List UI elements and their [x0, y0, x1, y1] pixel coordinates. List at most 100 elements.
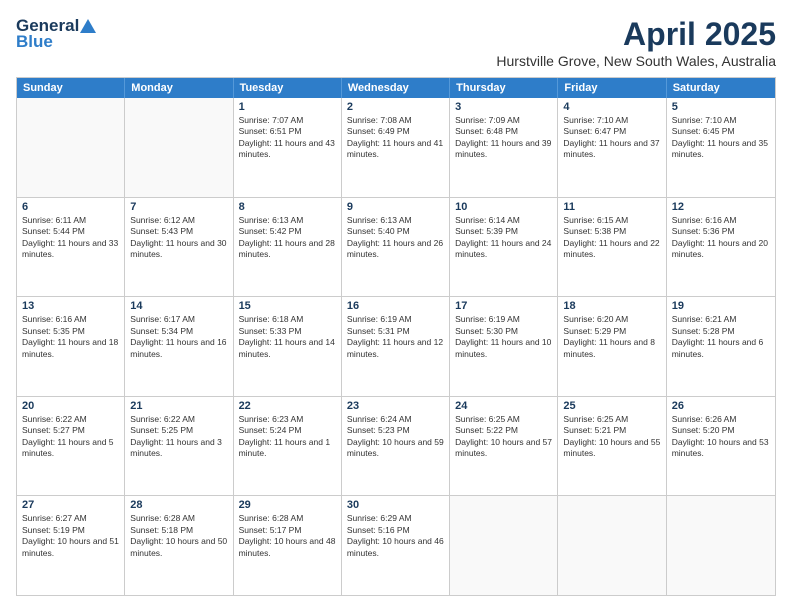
day-number: 15	[239, 300, 336, 312]
cell-info: Sunrise: 6:25 AM Sunset: 5:21 PM Dayligh…	[563, 414, 660, 460]
calendar-cell: 13 Sunrise: 6:16 AM Sunset: 5:35 PM Dayli…	[17, 297, 125, 396]
calendar-cell: 27 Sunrise: 6:27 AM Sunset: 5:19 PM Dayli…	[17, 496, 125, 595]
cell-info: Sunrise: 6:15 AM Sunset: 5:38 PM Dayligh…	[563, 215, 660, 261]
day-number: 26	[672, 400, 770, 412]
calendar-cell: 14 Sunrise: 6:17 AM Sunset: 5:34 PM Dayli…	[125, 297, 233, 396]
calendar-row: 13 Sunrise: 6:16 AM Sunset: 5:35 PM Dayli…	[17, 296, 775, 396]
cell-info: Sunrise: 6:16 AM Sunset: 5:35 PM Dayligh…	[22, 314, 119, 360]
day-number: 25	[563, 400, 660, 412]
day-number: 8	[239, 201, 336, 213]
cell-info: Sunrise: 7:10 AM Sunset: 6:45 PM Dayligh…	[672, 115, 770, 161]
calendar-cell: 3Sunrise: 7:09 AM Sunset: 6:48 PM Daylig…	[450, 98, 558, 197]
title-block: April 2025 Hurstville Grove, New South W…	[496, 16, 776, 69]
header: General Blue April 2025 Hurstville Grove…	[16, 16, 776, 69]
day-number: 17	[455, 300, 552, 312]
weekday-header: Saturday	[667, 78, 775, 98]
calendar-header: SundayMondayTuesdayWednesdayThursdayFrid…	[17, 78, 775, 98]
cell-info: Sunrise: 6:18 AM Sunset: 5:33 PM Dayligh…	[239, 314, 336, 360]
day-number: 14	[130, 300, 227, 312]
cell-info: Sunrise: 6:20 AM Sunset: 5:29 PM Dayligh…	[563, 314, 660, 360]
cell-info: Sunrise: 6:16 AM Sunset: 5:36 PM Dayligh…	[672, 215, 770, 261]
cell-info: Sunrise: 6:19 AM Sunset: 5:31 PM Dayligh…	[347, 314, 444, 360]
calendar-body: 1Sunrise: 7:07 AM Sunset: 6:51 PM Daylig…	[17, 98, 775, 595]
day-number: 20	[22, 400, 119, 412]
calendar-cell: 12 Sunrise: 6:16 AM Sunset: 5:36 PM Dayli…	[667, 198, 775, 297]
calendar-cell: 15 Sunrise: 6:18 AM Sunset: 5:33 PM Dayli…	[234, 297, 342, 396]
cell-info: Sunrise: 6:22 AM Sunset: 5:27 PM Dayligh…	[22, 414, 119, 460]
weekday-header: Thursday	[450, 78, 558, 98]
cell-info: Sunrise: 6:28 AM Sunset: 5:17 PM Dayligh…	[239, 513, 336, 559]
calendar-cell: 11 Sunrise: 6:15 AM Sunset: 5:38 PM Dayli…	[558, 198, 666, 297]
calendar-cell: 4Sunrise: 7:10 AM Sunset: 6:47 PM Daylig…	[558, 98, 666, 197]
cell-info: Sunrise: 6:21 AM Sunset: 5:28 PM Dayligh…	[672, 314, 770, 360]
day-number: 28	[130, 499, 227, 511]
cell-info: Sunrise: 6:13 AM Sunset: 5:40 PM Dayligh…	[347, 215, 444, 261]
calendar-cell: 19 Sunrise: 6:21 AM Sunset: 5:28 PM Dayli…	[667, 297, 775, 396]
day-number: 16	[347, 300, 444, 312]
day-number: 13	[22, 300, 119, 312]
calendar-cell: 29 Sunrise: 6:28 AM Sunset: 5:17 PM Dayli…	[234, 496, 342, 595]
logo: General Blue	[16, 16, 98, 52]
calendar: SundayMondayTuesdayWednesdayThursdayFrid…	[16, 77, 776, 596]
calendar-cell: 30 Sunrise: 6:29 AM Sunset: 5:16 PM Dayli…	[342, 496, 450, 595]
weekday-header: Wednesday	[342, 78, 450, 98]
calendar-cell	[125, 98, 233, 197]
day-number: 24	[455, 400, 552, 412]
calendar-cell: 28 Sunrise: 6:28 AM Sunset: 5:18 PM Dayli…	[125, 496, 233, 595]
calendar-cell: 10 Sunrise: 6:14 AM Sunset: 5:39 PM Dayli…	[450, 198, 558, 297]
day-number: 21	[130, 400, 227, 412]
cell-info: Sunrise: 6:29 AM Sunset: 5:16 PM Dayligh…	[347, 513, 444, 559]
cell-info: Sunrise: 6:25 AM Sunset: 5:22 PM Dayligh…	[455, 414, 552, 460]
cell-info: Sunrise: 6:28 AM Sunset: 5:18 PM Dayligh…	[130, 513, 227, 559]
calendar-cell: 7Sunrise: 6:12 AM Sunset: 5:43 PM Daylig…	[125, 198, 233, 297]
day-number: 10	[455, 201, 552, 213]
day-number: 7	[130, 201, 227, 213]
logo-blue: Blue	[16, 32, 53, 52]
weekday-header: Tuesday	[234, 78, 342, 98]
calendar-cell: 16 Sunrise: 6:19 AM Sunset: 5:31 PM Dayli…	[342, 297, 450, 396]
location-title: Hurstville Grove, New South Wales, Austr…	[496, 53, 776, 69]
calendar-cell: 2 Sunrise: 7:08 AM Sunset: 6:49 PM Daylig…	[342, 98, 450, 197]
cell-info: Sunrise: 6:27 AM Sunset: 5:19 PM Dayligh…	[22, 513, 119, 559]
cell-info: Sunrise: 6:22 AM Sunset: 5:25 PM Dayligh…	[130, 414, 227, 460]
weekday-header: Monday	[125, 78, 233, 98]
calendar-cell: 9Sunrise: 6:13 AM Sunset: 5:40 PM Daylig…	[342, 198, 450, 297]
logo-icon	[80, 17, 98, 35]
calendar-cell: 1Sunrise: 7:07 AM Sunset: 6:51 PM Daylig…	[234, 98, 342, 197]
day-number: 2	[347, 101, 444, 113]
day-number: 6	[22, 201, 119, 213]
day-number: 11	[563, 201, 660, 213]
cell-info: Sunrise: 6:17 AM Sunset: 5:34 PM Dayligh…	[130, 314, 227, 360]
calendar-cell: 21 Sunrise: 6:22 AM Sunset: 5:25 PM Dayli…	[125, 397, 233, 496]
page: General Blue April 2025 Hurstville Grove…	[0, 0, 792, 612]
calendar-row: 1Sunrise: 7:07 AM Sunset: 6:51 PM Daylig…	[17, 98, 775, 197]
day-number: 30	[347, 499, 444, 511]
cell-info: Sunrise: 6:19 AM Sunset: 5:30 PM Dayligh…	[455, 314, 552, 360]
calendar-cell: 26Sunrise: 6:26 AM Sunset: 5:20 PM Dayli…	[667, 397, 775, 496]
calendar-cell: 5 Sunrise: 7:10 AM Sunset: 6:45 PM Daylig…	[667, 98, 775, 197]
cell-info: Sunrise: 7:08 AM Sunset: 6:49 PM Dayligh…	[347, 115, 444, 161]
month-title: April 2025	[496, 16, 776, 53]
calendar-cell: 8Sunrise: 6:13 AM Sunset: 5:42 PM Daylig…	[234, 198, 342, 297]
calendar-row: 6 Sunrise: 6:11 AM Sunset: 5:44 PM Daylig…	[17, 197, 775, 297]
day-number: 12	[672, 201, 770, 213]
cell-info: Sunrise: 7:09 AM Sunset: 6:48 PM Dayligh…	[455, 115, 552, 161]
calendar-cell: 18Sunrise: 6:20 AM Sunset: 5:29 PM Dayli…	[558, 297, 666, 396]
calendar-cell	[17, 98, 125, 197]
day-number: 27	[22, 499, 119, 511]
day-number: 4	[563, 101, 660, 113]
day-number: 5	[672, 101, 770, 113]
weekday-header: Sunday	[17, 78, 125, 98]
calendar-cell: 24 Sunrise: 6:25 AM Sunset: 5:22 PM Dayli…	[450, 397, 558, 496]
day-number: 19	[672, 300, 770, 312]
calendar-cell: 17 Sunrise: 6:19 AM Sunset: 5:30 PM Dayli…	[450, 297, 558, 396]
calendar-cell: 20 Sunrise: 6:22 AM Sunset: 5:27 PM Dayli…	[17, 397, 125, 496]
calendar-cell: 22Sunrise: 6:23 AM Sunset: 5:24 PM Dayli…	[234, 397, 342, 496]
cell-info: Sunrise: 6:14 AM Sunset: 5:39 PM Dayligh…	[455, 215, 552, 261]
cell-info: Sunrise: 6:11 AM Sunset: 5:44 PM Dayligh…	[22, 215, 119, 261]
calendar-row: 20 Sunrise: 6:22 AM Sunset: 5:27 PM Dayli…	[17, 396, 775, 496]
day-number: 22	[239, 400, 336, 412]
calendar-cell	[558, 496, 666, 595]
weekday-header: Friday	[558, 78, 666, 98]
day-number: 29	[239, 499, 336, 511]
